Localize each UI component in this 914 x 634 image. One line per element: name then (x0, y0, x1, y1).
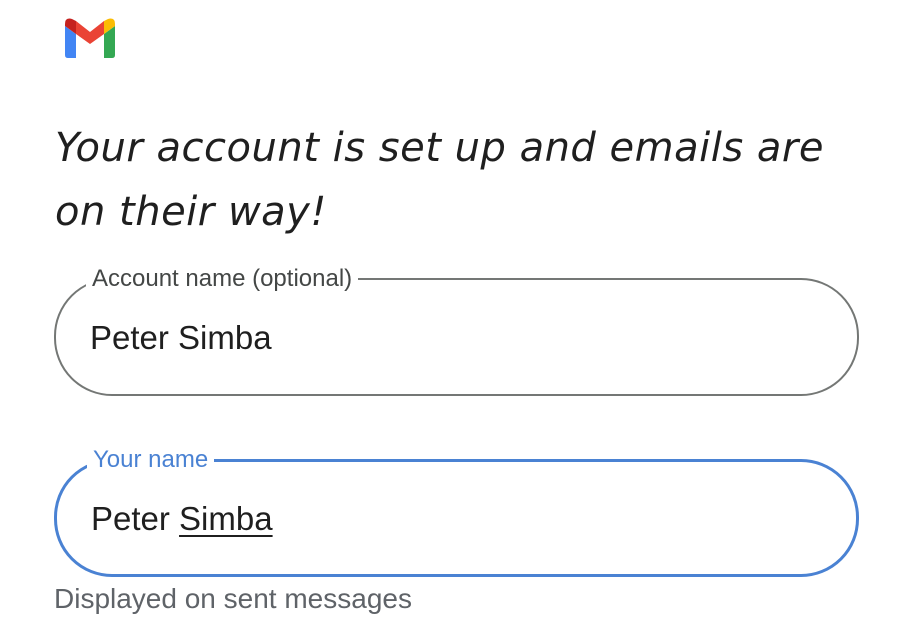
your-name-field[interactable]: Your name Peter Simba (54, 445, 859, 577)
your-name-label: Your name (87, 445, 215, 475)
account-name-label: Account name (optional) (86, 264, 359, 294)
page-title: Your account is set up and emails are on… (55, 125, 824, 235)
account-name-field[interactable]: Account name (optional) Peter Simba (54, 264, 859, 396)
your-name-first: Peter (91, 500, 170, 537)
your-name-helper-text: Displayed on sent messages (54, 583, 412, 614)
gmail-logo-icon (64, 18, 116, 58)
your-name-last-spellcheck[interactable]: Simba (179, 500, 273, 537)
your-name-value[interactable]: Peter Simba (91, 499, 273, 539)
account-name-value[interactable]: Peter Simba (90, 318, 272, 358)
